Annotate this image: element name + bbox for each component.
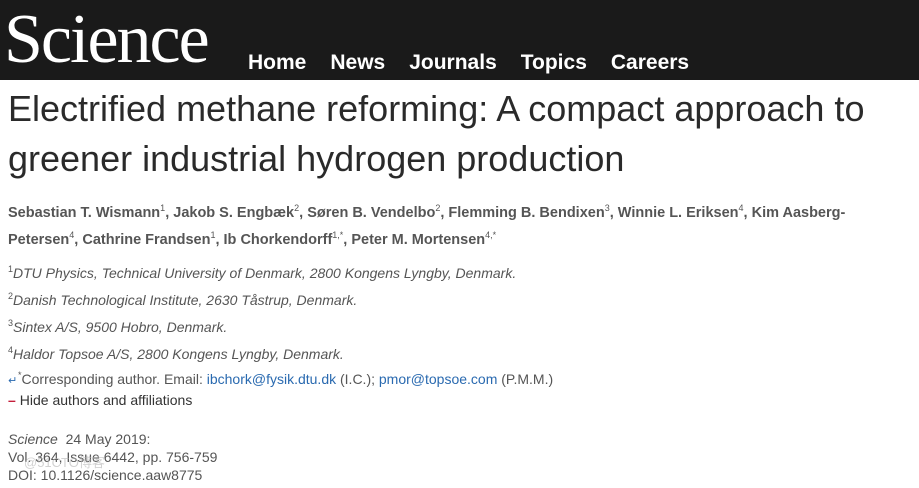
affiliation-list: 1DTU Physics, Technical University of De…	[8, 261, 516, 369]
author-name[interactable]: Søren B. Vendelbo2	[307, 204, 440, 222]
main-nav: Home News Journals Topics Careers	[248, 50, 713, 76]
journal-name: Science	[8, 431, 58, 447]
author-name[interactable]: Cathrine Frandsen1	[82, 231, 215, 249]
affiliation-item: 1DTU Physics, Technical University of De…	[8, 264, 517, 282]
author-name[interactable]: Flemming B. Bendixen3	[448, 204, 609, 222]
watermark: @51CTO博客	[24, 455, 105, 470]
article-title: Electrified methane reforming: A compact…	[8, 88, 865, 179]
nav-news[interactable]: News	[330, 50, 385, 76]
author-name[interactable]: Winnie L. Eriksen4	[618, 204, 744, 222]
affiliation-item: 3Sintex A/S, 9500 Hobro, Denmark.	[8, 318, 228, 336]
author-name[interactable]: Sebastian T. Wismann1	[8, 204, 165, 222]
affiliation-item: 4Haldor Topsoe A/S, 2800 Kongens Lyngby,…	[8, 345, 344, 363]
nav-topics[interactable]: Topics	[521, 50, 587, 76]
publication-date: 24 May 2019:	[65, 431, 151, 447]
minus-icon: –	[8, 392, 16, 408]
author-name[interactable]: Ib Chorkendorff1,*	[224, 231, 344, 249]
hide-authors-toggle[interactable]: – Hide authors and affiliations	[8, 389, 192, 411]
author-name[interactable]: Jakob S. Engbæk2	[173, 204, 299, 222]
top-navigation-bar: Science Home News Journals Topics Career…	[0, 0, 919, 80]
affiliation-item: 2Danish Technological Institute, 2630 Tå…	[8, 291, 358, 309]
email-link-ic[interactable]: ibchork@fysik.dtu.dk	[207, 371, 336, 387]
nav-careers[interactable]: Careers	[611, 50, 689, 76]
science-logo[interactable]: Science	[4, 2, 210, 78]
author-list: Sebastian T. Wismann1, Jakob S. Engbæk2,…	[8, 203, 846, 249]
email-link-pmm[interactable]: pmor@topsoe.com	[379, 371, 497, 387]
citation-date-line: Science 24 May 2019:	[8, 430, 217, 448]
nav-journals[interactable]: Journals	[409, 50, 497, 76]
author-name[interactable]: Peter M. Mortensen4,*	[351, 231, 496, 249]
nav-home[interactable]: Home	[248, 50, 306, 76]
